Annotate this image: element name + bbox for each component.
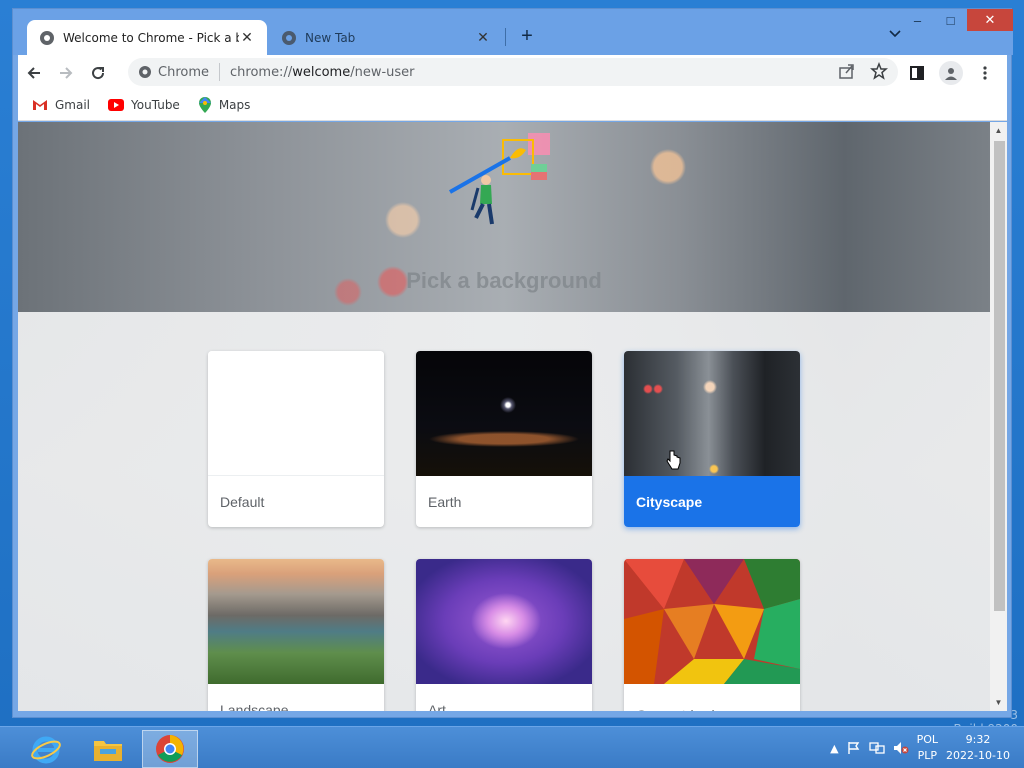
forward-arrow-icon (60, 66, 73, 79)
taskbar-file-explorer[interactable] (80, 730, 136, 768)
action-center-flag-icon[interactable] (847, 741, 861, 755)
background-tile-default[interactable]: Default (208, 351, 384, 527)
background-tile-art[interactable]: Art (416, 559, 592, 711)
scroll-down-arrow-icon[interactable]: ▼ (990, 694, 1007, 711)
address-bar[interactable]: Chrome chrome://welcome/new-user (128, 58, 898, 86)
bookmark-label: Gmail (55, 98, 91, 112)
welcome-page: Pick a background Default Earth Cityscap… (18, 122, 990, 711)
chrome-window: Welcome to Chrome - Pick a bac ✕ New Tab… (12, 8, 1013, 718)
bookmark-star-icon[interactable] (870, 62, 888, 80)
tab-new-tab[interactable]: New Tab ✕ (269, 20, 503, 55)
bookmark-label: Maps (218, 98, 251, 112)
clock-time: 9:32 (965, 733, 991, 746)
back-button[interactable] (18, 57, 50, 89)
toolbar-right (901, 55, 1007, 90)
new-tab-button[interactable]: + (515, 25, 539, 49)
profile-avatar[interactable] (939, 60, 963, 85)
window-controls: – □ ✕ (901, 9, 1013, 31)
gmail-icon (33, 100, 47, 110)
system-tray: ▲ POL PLP 9:32 2022-10-10 (830, 727, 1024, 768)
background-tile-cityscape[interactable]: Cityscape (624, 351, 800, 527)
maps-icon (198, 97, 211, 113)
site-chip-label: Chrome (158, 64, 209, 80)
page-title: Pick a background (406, 268, 602, 293)
tab-welcome[interactable]: Welcome to Chrome - Pick a bac ✕ (27, 20, 267, 55)
side-panel-icon (910, 65, 924, 80)
keyboard-layout-code: PLP (917, 749, 937, 762)
scroll-up-arrow-icon[interactable]: ▲ (990, 122, 1007, 139)
omnibox-divider (219, 63, 220, 81)
background-tile-geometric-shapes[interactable]: Geometric shapes (624, 559, 800, 711)
close-tab-icon[interactable]: ✕ (475, 30, 491, 46)
tab-divider (505, 28, 506, 46)
chrome-favicon-icon (282, 30, 296, 45)
menu-button[interactable] (969, 57, 1001, 89)
browser-toolbar: Chrome chrome://welcome/new-user (18, 55, 1007, 90)
background-tile-landscape[interactable]: Landscape (208, 559, 384, 711)
landscape-thumbnail (208, 559, 384, 684)
omnibox-actions (838, 62, 888, 80)
tab-search-chevron-icon[interactable] (889, 27, 901, 41)
bookmark-maps[interactable]: Maps (198, 97, 251, 113)
geometric-thumbnail (624, 559, 800, 684)
file-explorer-icon (94, 741, 122, 761)
tile-label: Earth (428, 493, 462, 510)
url-prefix: chrome:// (230, 64, 293, 80)
reload-icon (92, 66, 105, 79)
clock-date: 2022-10-10 (946, 749, 1010, 762)
bookmarks-bar: Gmail YouTube Maps (18, 90, 1007, 121)
minimize-button[interactable]: – (901, 9, 934, 31)
chrome-favicon-icon (40, 30, 54, 45)
tile-label: Art (428, 701, 446, 712)
bookmark-label: YouTube (131, 98, 180, 112)
art-thumbnail (416, 559, 592, 684)
show-hidden-icons-icon[interactable]: ▲ (830, 742, 838, 755)
input-language-indicator[interactable]: POL PLP (917, 732, 938, 764)
taskbar-clock[interactable]: 9:32 2022-10-10 (946, 732, 1010, 764)
more-vertical-icon (983, 65, 987, 80)
tile-label: Default (220, 493, 265, 510)
earth-thumbnail (416, 351, 592, 476)
maximize-button[interactable]: □ (934, 9, 967, 31)
language-code: POL (916, 733, 938, 746)
side-panel-button[interactable] (901, 57, 933, 89)
page-scrollbar[interactable]: ▲ ▼ (990, 122, 1007, 711)
bookmark-youtube[interactable]: YouTube (108, 98, 180, 112)
close-window-button[interactable]: ✕ (967, 9, 1013, 31)
share-icon[interactable] (838, 62, 856, 80)
tile-label: Landscape (220, 701, 289, 712)
close-tab-icon[interactable]: ✕ (239, 30, 255, 46)
tab-title: Welcome to Chrome - Pick a bac (63, 30, 239, 45)
chrome-site-icon (139, 66, 151, 78)
tab-strip: Welcome to Chrome - Pick a bac ✕ New Tab… (13, 9, 1013, 55)
back-arrow-icon (27, 66, 40, 79)
url-host: welcome (292, 64, 351, 80)
background-tile-earth[interactable]: Earth (416, 351, 592, 527)
hand-cursor-icon (666, 450, 681, 470)
forward-button[interactable] (50, 57, 82, 89)
youtube-icon (108, 99, 125, 111)
scrollbar-thumb[interactable] (994, 141, 1005, 611)
taskbar-internet-explorer[interactable] (18, 730, 74, 768)
internet-explorer-icon (31, 736, 61, 764)
taskbar-chrome[interactable] (142, 730, 198, 768)
tab-title: New Tab (305, 30, 356, 45)
chrome-icon (156, 735, 184, 763)
painter-illustration-icon (449, 133, 550, 225)
bookmark-gmail[interactable]: Gmail (32, 98, 90, 112)
cityscape-thumbnail (624, 351, 800, 476)
tile-label: Geometric shapes (624, 689, 800, 712)
tile-label: Cityscape (624, 476, 800, 527)
windows-taskbar: ▲ POL PLP 9:32 2022-10-10 (0, 726, 1024, 768)
url-path: /new-user (350, 64, 415, 80)
person-icon (945, 67, 957, 80)
reload-button[interactable] (82, 57, 114, 89)
volume-muted-icon[interactable] (893, 741, 909, 755)
network-icon[interactable] (868, 741, 885, 755)
default-thumbnail (208, 351, 384, 476)
